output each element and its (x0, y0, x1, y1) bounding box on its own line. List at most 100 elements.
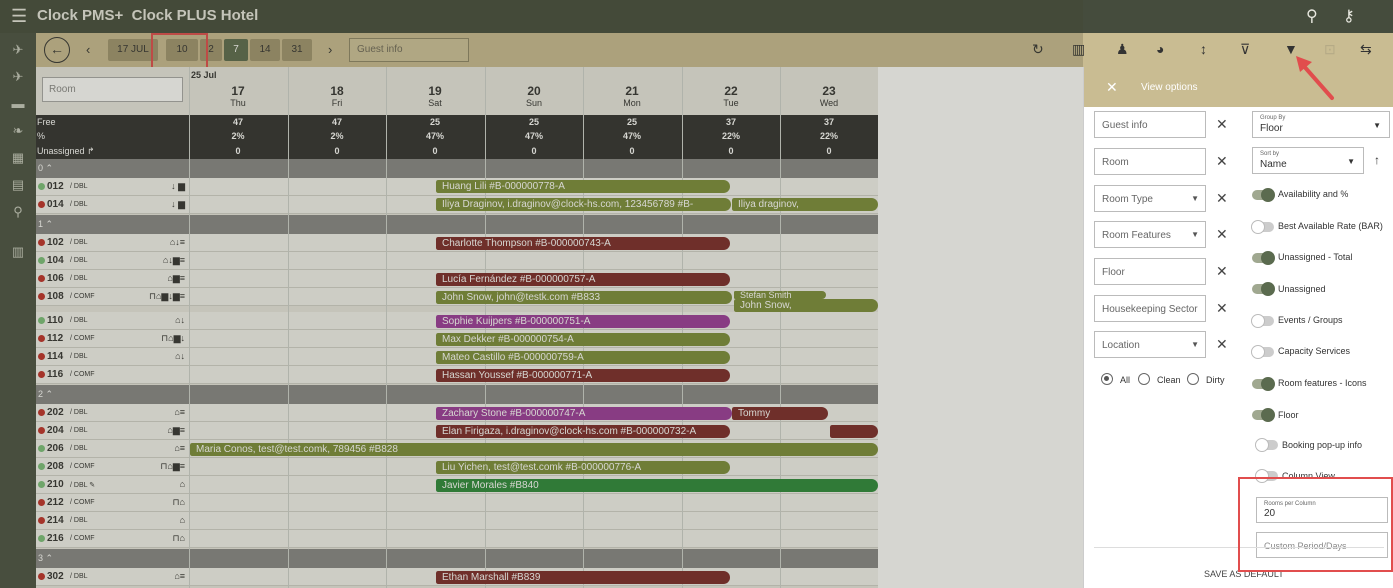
booking-bar[interactable]: Max Dekker #B-000000754-A (436, 333, 730, 346)
booking-bar[interactable]: John Snow, john@testk.com #B833 (436, 291, 732, 304)
column-separator (288, 67, 289, 588)
refresh-icon[interactable]: ↻ (1032, 41, 1044, 58)
toggle-unassigned[interactable] (1252, 282, 1275, 296)
booking-bar[interactable]: Zachary Stone #B-000000747-A (436, 407, 732, 420)
pct-value: 22% (721, 131, 740, 141)
arrivals-icon[interactable]: ✈ (9, 41, 27, 59)
booking-bar[interactable]: John Snow, (734, 299, 878, 312)
clear-icon[interactable]: ✕ (1216, 226, 1228, 243)
guest-info-input[interactable]: Guest info (349, 38, 469, 62)
highlight-box-column (1238, 477, 1393, 572)
calendar-icon[interactable]: ▦ (9, 149, 27, 167)
next-arrow-icon[interactable]: › (328, 42, 332, 57)
key-icon[interactable]: ⚷ (1343, 6, 1355, 26)
room-type-filter[interactable]: Room Type ▼ (1094, 185, 1206, 212)
toggle-capacity[interactable] (1251, 345, 1274, 359)
day-header: 23 Wed (819, 84, 839, 108)
back-button[interactable]: ← (44, 37, 70, 63)
toggle-events[interactable] (1251, 314, 1274, 328)
search-sidebar-icon[interactable]: ⚲ (9, 203, 27, 221)
booking-bar[interactable]: Mateo Castillo #B-000000759-A (436, 351, 730, 364)
room-row[interactable]: 104/ DBL ⌂↓▆≡ (36, 252, 878, 270)
floor-header[interactable]: 1 ⌃ (36, 215, 878, 234)
room-row[interactable]: 212/ COMF ⊓⌂ (36, 494, 878, 512)
free-label: Free (37, 117, 56, 127)
toggle-label: Room features - Icons (1278, 378, 1367, 388)
booking-bar[interactable]: Hassan Youssef #B-000000771-A (436, 369, 730, 382)
room-features-filter[interactable]: Room Features ▼ (1094, 221, 1206, 248)
filter-icon[interactable]: ▼ (1284, 41, 1298, 57)
unassigned-label[interactable]: Unassigned ↱ (37, 146, 95, 157)
clear-filter-icon[interactable]: ⊽ (1240, 41, 1250, 58)
booking-bar[interactable]: Elan Firigaza, i.draginov@clock-hs.com #… (436, 425, 730, 438)
floor-header[interactable]: 3 ⌃ (36, 549, 878, 568)
booking-bar-small[interactable] (830, 425, 878, 438)
booking-bar[interactable]: Javier Morales #B840 (436, 479, 878, 492)
column-separator (780, 67, 781, 588)
add-person-icon[interactable]: ♟ (1116, 41, 1129, 58)
range-chip-14[interactable]: 14 (250, 39, 280, 61)
range-chip-31[interactable]: 31 (282, 39, 312, 61)
radio-dirty[interactable] (1187, 373, 1199, 385)
availability-stats: Free % Unassigned ↱ 47 47 25 25 25 37 37… (36, 115, 878, 159)
clear-icon[interactable]: ✕ (1216, 116, 1228, 133)
toggle-label: Unassigned (1278, 284, 1326, 294)
guest-info-filter[interactable]: Guest info (1094, 111, 1206, 138)
vertical-resize-icon[interactable]: ↕ (1200, 41, 1207, 57)
group-by-select[interactable]: Group By Floor ▼ (1252, 111, 1390, 138)
menu-icon[interactable]: ☰ (11, 7, 27, 25)
palette-icon[interactable]: ◕ (1156, 41, 1164, 57)
radio-all[interactable] (1101, 373, 1113, 385)
panel-title: View options (1141, 82, 1198, 93)
book-icon[interactable]: ▥ (9, 243, 27, 261)
location-filter[interactable]: Location ▼ (1094, 331, 1206, 358)
toggle-room-features[interactable] (1252, 377, 1275, 391)
booking-bar[interactable]: Iliya draginov, (732, 198, 878, 211)
free-value: 25 (429, 117, 440, 127)
clear-icon[interactable]: ✕ (1216, 190, 1228, 207)
booking-bar[interactable]: Sophie Kuijpers #B-000000751-A (436, 315, 730, 328)
document-icon[interactable]: ▤ (9, 176, 27, 194)
booking-bar[interactable]: Stefan Smith (734, 291, 826, 299)
leaf-icon[interactable]: ❧ (9, 122, 27, 140)
clear-icon[interactable]: ✕ (1216, 336, 1228, 353)
toggle-label: Best Available Rate (BAR) (1278, 221, 1383, 231)
search-icon[interactable]: ⚲ (1306, 6, 1318, 26)
booking-bar[interactable]: Huang Lili #B-000000778-A (436, 180, 730, 193)
toggle-bar[interactable] (1251, 220, 1274, 234)
columns-icon[interactable]: ▥ (1072, 41, 1085, 58)
booking-bar[interactable]: Charlotte Thompson #B-000000743-A (436, 237, 730, 250)
close-icon[interactable]: ✕ (1106, 79, 1118, 96)
booking-bar[interactable]: Iliya Draginov, i.draginov@clock-hs.com,… (436, 198, 731, 211)
range-chip-7[interactable]: 7 (224, 39, 248, 61)
room-row[interactable]: 214/ DBL ⌂ (36, 512, 878, 530)
floor-header[interactable]: 0 ⌃ (36, 159, 878, 178)
clear-icon[interactable]: ✕ (1216, 153, 1228, 170)
room-row[interactable]: 216/ COMF ⊓⌂ (36, 530, 878, 548)
toggle-availability[interactable] (1252, 188, 1275, 202)
sort-by-select[interactable]: Sort by Name ▼ (1252, 147, 1364, 174)
room-search-input[interactable]: Room (42, 77, 183, 102)
booking-bar[interactable]: Maria Conos, test@test.comk, 789456 #B82… (190, 443, 878, 456)
floor-filter[interactable]: Floor (1094, 258, 1206, 285)
booking-bar[interactable]: Tommy (732, 407, 828, 420)
swap-icon[interactable]: ⇆ (1360, 41, 1372, 58)
clear-icon[interactable]: ✕ (1216, 263, 1228, 280)
toggle-unassigned-total[interactable] (1252, 251, 1275, 265)
toggle-booking-popup[interactable] (1255, 438, 1278, 452)
booking-bar[interactable]: Ethan Marshall #B839 (436, 571, 730, 584)
floor-header[interactable]: 2 ⌃ (36, 385, 878, 404)
housekeeping-sector-filter[interactable]: Housekeeping Sector (1094, 295, 1206, 322)
toggle-floor[interactable] (1252, 408, 1275, 422)
day-header: 19 Sat (428, 84, 442, 108)
clear-icon[interactable]: ✕ (1216, 300, 1228, 317)
sort-up-icon[interactable]: ↑ (1374, 153, 1380, 167)
prev-arrow-icon[interactable]: ‹ (86, 42, 90, 57)
booking-bar[interactable]: Lucía Fernández #B-000000757-A (436, 273, 730, 286)
departures-icon[interactable]: ✈ (9, 68, 27, 86)
room-filter[interactable]: Room (1094, 148, 1206, 175)
bed-icon[interactable]: ▬ (9, 95, 27, 113)
brand-name: Clock PMS+ (37, 7, 124, 24)
booking-bar[interactable]: Liu Yichen, test@test.comk #B-000000776-… (436, 461, 730, 474)
radio-clean[interactable] (1138, 373, 1150, 385)
